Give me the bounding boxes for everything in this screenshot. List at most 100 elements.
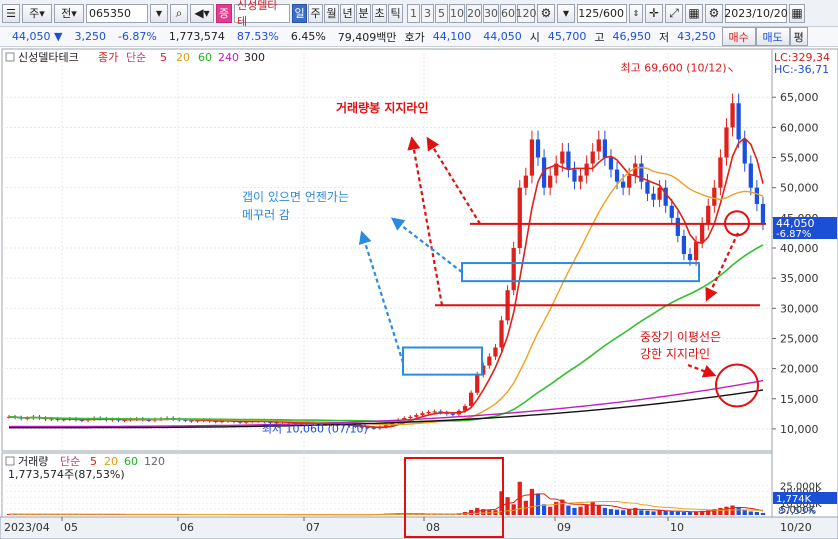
checkbox-grid-icon[interactable]: ▦: [685, 3, 703, 23]
current-pct-tag-value: -6.87%: [776, 229, 811, 240]
volume-bar: [724, 506, 729, 515]
candle-body: [754, 187, 760, 204]
candle-body: [420, 413, 425, 416]
sound-icon[interactable]: ◀▾: [190, 3, 214, 23]
stock-code-value: 065350: [89, 6, 131, 20]
x-tick-label: 09: [557, 521, 571, 534]
settings-gear-icon[interactable]: ⚙: [537, 3, 555, 23]
candle-body: [572, 169, 577, 182]
interval-button-3[interactable]: 10: [449, 3, 465, 23]
period-button-3[interactable]: 년: [340, 3, 355, 23]
volume-bar: [742, 510, 747, 515]
interval-button-1[interactable]: 3: [421, 3, 434, 23]
buy-button[interactable]: 매수: [721, 27, 756, 46]
volume-bar: [645, 510, 650, 515]
candle-body: [596, 139, 601, 152]
toolbar: ☰ 주 ▾ 전 ▾ 065350 ▾ ⌕ ◀▾ 증 신성델타테 일주월년분초틱 13…: [0, 0, 838, 28]
interval-button-0[interactable]: 1: [407, 3, 420, 23]
candle-body: [748, 163, 753, 188]
interval-button-2[interactable]: 5: [435, 3, 448, 23]
market-option-select[interactable]: 전 ▾: [54, 3, 84, 23]
period-button-0[interactable]: 일: [292, 3, 307, 23]
x-axis-panel: [0, 516, 838, 539]
sell-button[interactable]: 매도: [755, 27, 790, 46]
volume-bar: [754, 512, 760, 515]
volume-bar: [760, 512, 766, 515]
price-chart[interactable]: 10,000 15,000 20,000 25,000 30,000 35,000 40,0…: [0, 47, 838, 539]
volume-legend-ma-5: 5: [90, 455, 97, 468]
volume-legend-ma-120: 120: [144, 455, 165, 468]
volume-bar: [627, 509, 632, 515]
candle-body: [620, 181, 626, 188]
collapse-icon[interactable]: [5, 456, 15, 466]
volume-legend-ma-20: 20: [104, 455, 118, 468]
market-select[interactable]: 주 ▾: [22, 3, 52, 23]
high-price-note: 최고 69,600 (10/12): [621, 61, 727, 74]
candle-body: [560, 151, 565, 164]
high-price: 46,950: [612, 30, 652, 43]
candle-body: [718, 157, 723, 188]
x-tick-label: 08: [426, 521, 440, 534]
market-label: 주: [29, 7, 40, 20]
ma-note-line1: 중장기 이평선은: [640, 330, 721, 344]
collapse-icon[interactable]: [5, 52, 15, 62]
menu-icon[interactable]: ☰: [2, 3, 20, 23]
spin-up-down-icon[interactable]: ⇕: [629, 3, 643, 23]
volume-bar: [639, 510, 644, 515]
volume-bar: [487, 509, 492, 515]
calendar-icon[interactable]: ▦: [789, 3, 805, 23]
interval-button-7[interactable]: 120: [516, 3, 537, 23]
x-tick-label: 05: [64, 521, 78, 534]
turnover-rate: 6.45%: [290, 30, 326, 43]
candle-body: [669, 205, 674, 218]
period-button-1[interactable]: 주: [308, 3, 323, 23]
candle-body: [590, 151, 595, 164]
y-tick-label: 55,000: [780, 152, 819, 165]
trade-amount: 79,409백만: [337, 30, 397, 44]
volume-ratio: 87.53%: [236, 30, 279, 43]
crosshair-icon[interactable]: ✛: [645, 3, 663, 23]
candle-body: [487, 356, 492, 366]
stock-name: 신성델타테: [234, 0, 290, 28]
volume-bar: [535, 493, 541, 515]
period-button-2[interactable]: 월: [324, 3, 339, 23]
y-tick-label: 65,000: [780, 91, 819, 104]
zoom-fit-icon[interactable]: ⤢: [665, 3, 683, 23]
legend-close-label: 종가: [98, 51, 118, 64]
stock-type-badge: 증: [216, 3, 232, 23]
volume-bar: [669, 511, 674, 515]
candle-body: [675, 217, 680, 236]
settings-gear-icon[interactable]: ⚙: [705, 3, 723, 23]
volume-bar: [651, 511, 656, 515]
dropdown-icon[interactable]: ▾: [150, 3, 168, 23]
y-tick-label: 15,000: [780, 393, 819, 406]
candle-body: [651, 193, 656, 200]
candle-body: [548, 175, 553, 188]
ma-note-line2: 강한 지지라인: [640, 347, 710, 361]
stock-code-input[interactable]: 065350: [86, 3, 148, 23]
candle-body: [687, 254, 693, 261]
interval-button-5[interactable]: 30: [483, 3, 499, 23]
gap-note-line1: 갭이 있으면 언젠가는: [242, 190, 349, 204]
candle-body: [535, 139, 541, 158]
candle-body: [657, 187, 662, 200]
period-button-4[interactable]: 분: [356, 3, 371, 23]
current-price: 44,050 ▼: [12, 30, 63, 43]
candle-body: [742, 139, 747, 164]
period-button-5[interactable]: 초: [372, 3, 387, 23]
interval-button-4[interactable]: 20: [466, 3, 482, 23]
data-count-input[interactable]: 125/600: [577, 3, 627, 23]
legend-ma-300: 300: [244, 51, 265, 64]
eval-button[interactable]: 평: [789, 27, 808, 46]
volume-legend-ma-label: 단순: [60, 455, 80, 468]
x-tick-label: 07: [306, 521, 320, 534]
dropdown-icon[interactable]: ▾: [557, 3, 575, 23]
y-tick-label: 30,000: [780, 302, 819, 315]
interval-button-6[interactable]: 60: [500, 3, 516, 23]
date-input[interactable]: 2023/10/20: [724, 3, 788, 23]
search-icon[interactable]: ⌕: [170, 3, 188, 23]
open-price: 45,700: [547, 30, 587, 43]
candle-body: [736, 103, 741, 140]
legend-ma-60: 60: [198, 51, 212, 64]
period-button-6[interactable]: 틱: [388, 3, 403, 23]
